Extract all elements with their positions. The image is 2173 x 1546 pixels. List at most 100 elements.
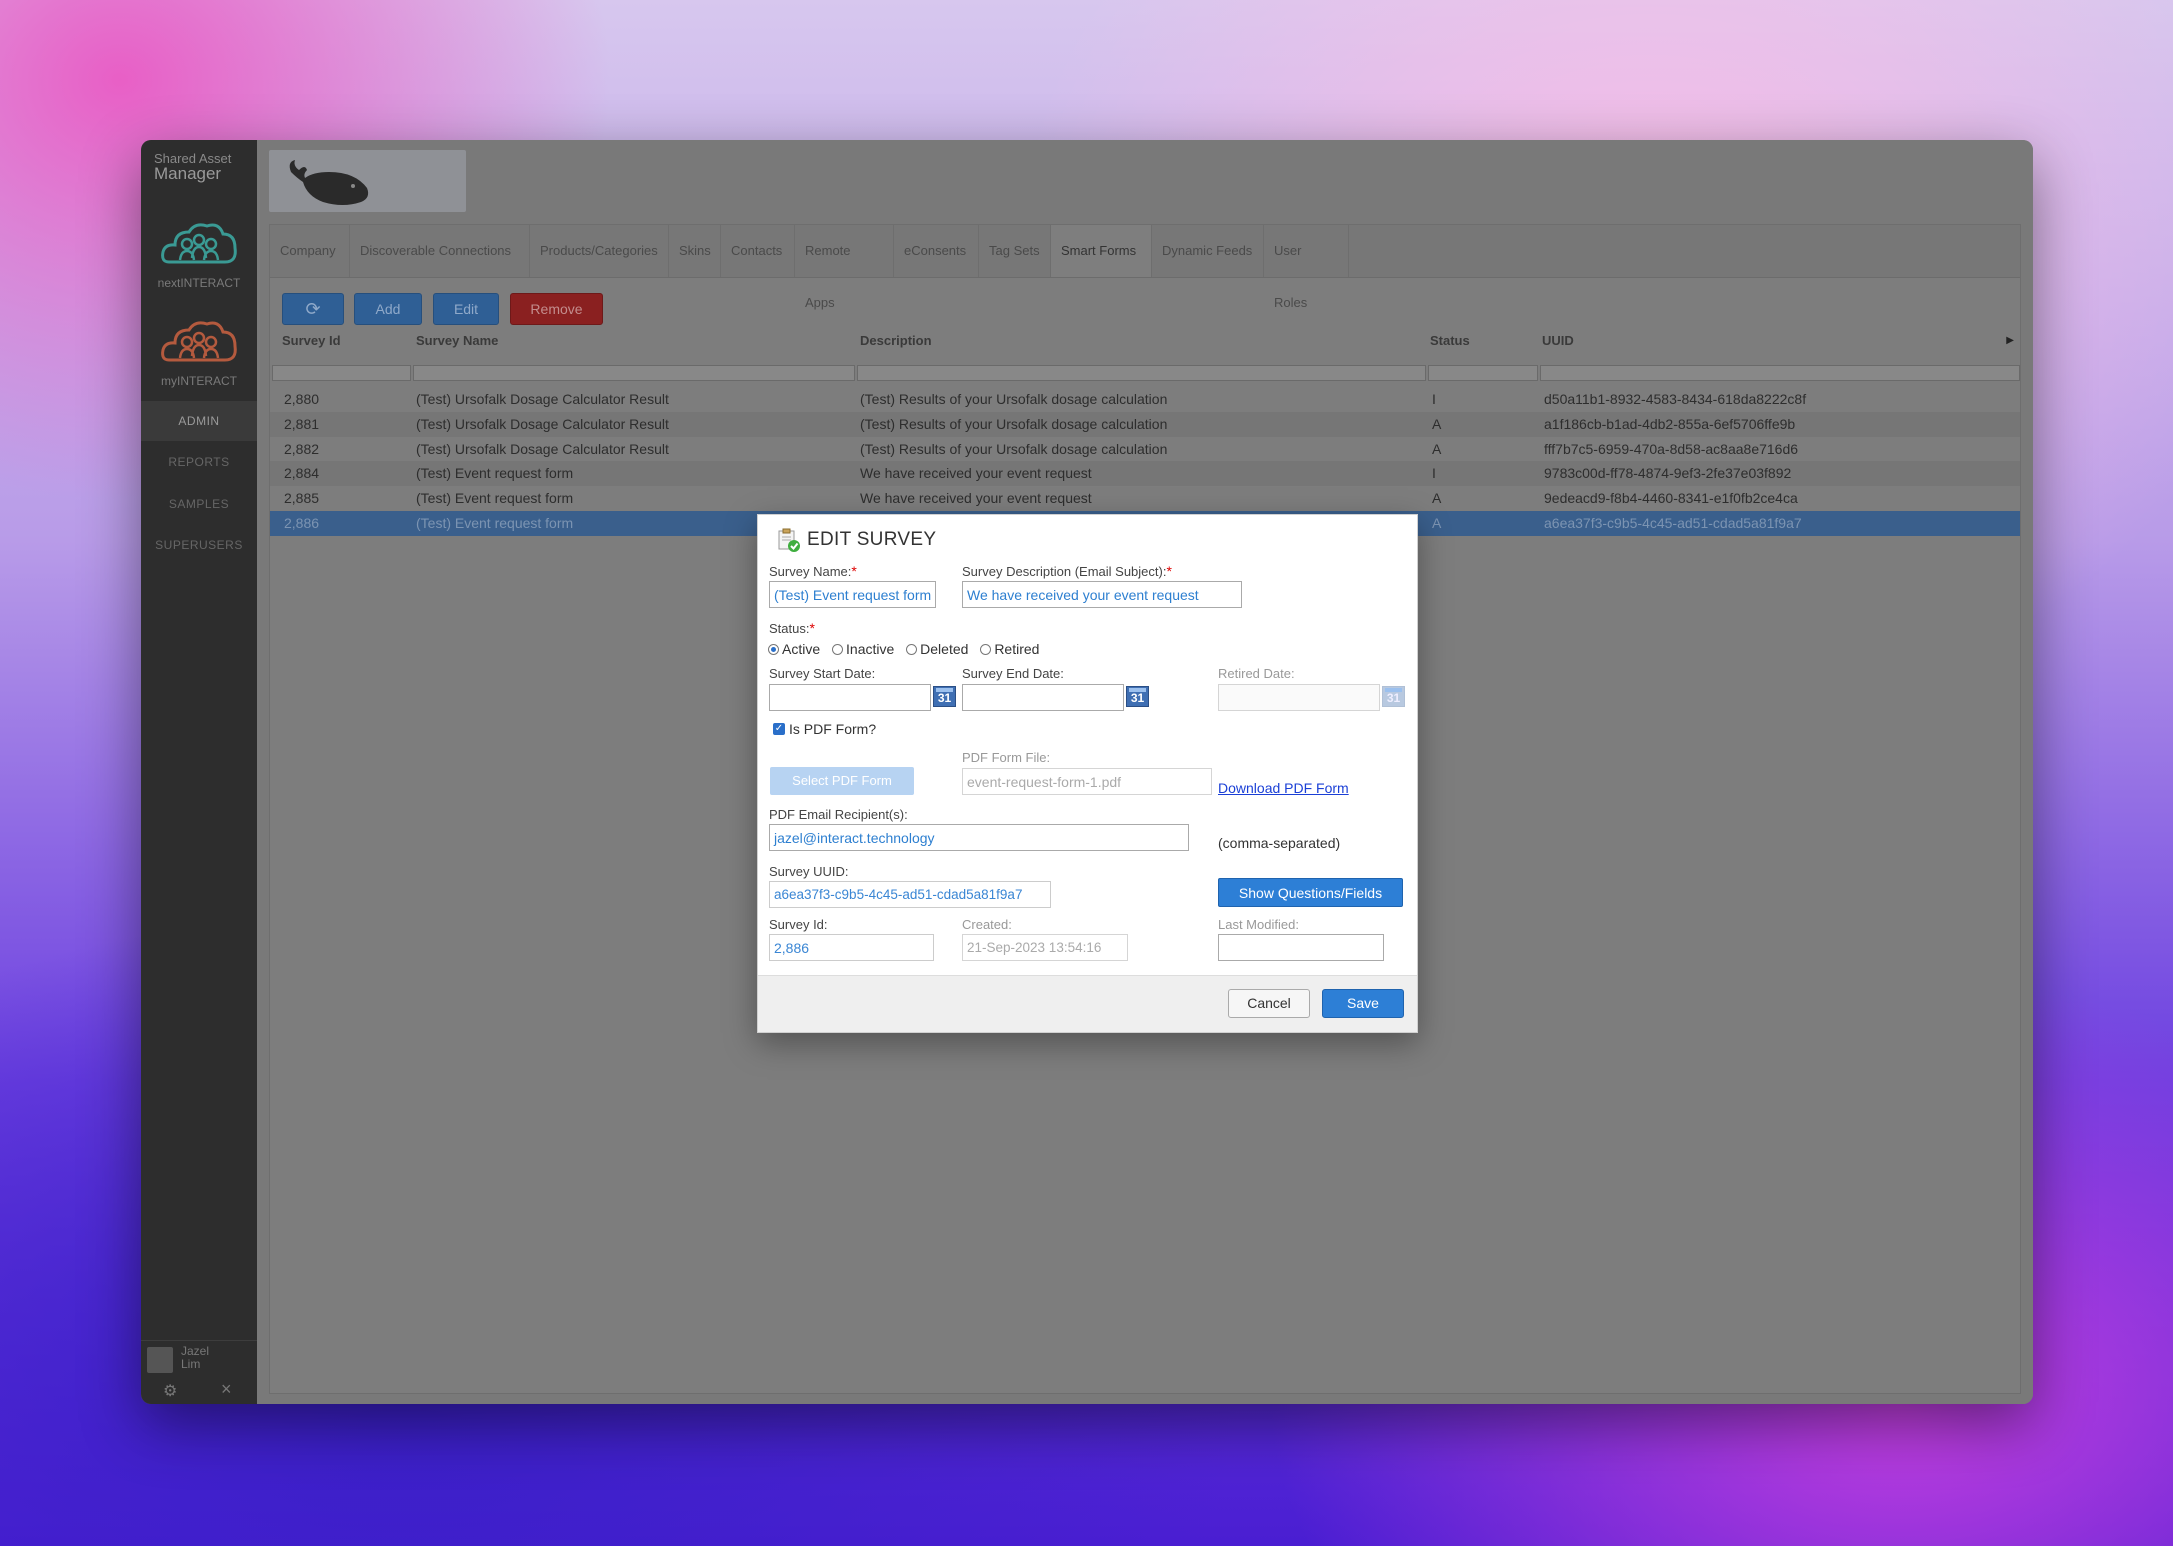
cell-uuid: 9783c00d-ff78-4874-9ef3-2fe37e03f892 <box>1544 465 1792 481</box>
filter-description[interactable] <box>857 365 1426 381</box>
cell-description: (Test) Results of your Ursofalk dosage c… <box>860 391 1168 407</box>
survey-description-label: Survey Description (Email Subject):* <box>962 563 1172 579</box>
download-pdf-form-link[interactable]: Download PDF Form <box>1218 780 1349 796</box>
cell-uuid: 9edeacd9-f8b4-4460-8341-e1f0fb2ce4ca <box>1544 490 1798 506</box>
end-date-input[interactable] <box>962 684 1124 711</box>
radio-button[interactable] <box>906 644 918 655</box>
status-radio-deleted[interactable]: Deleted <box>906 641 968 657</box>
required-mark: * <box>1166 563 1172 579</box>
status-label-text: Status: <box>769 621 810 636</box>
grid-header: Survey Id Survey Name Description Status… <box>270 325 2020 355</box>
calendar-icon[interactable]: 31 <box>933 686 956 707</box>
cell-status: A <box>1432 416 1442 432</box>
tab-user-roles[interactable]: User Roles <box>1264 225 1349 310</box>
radio-label: Retired <box>994 641 1040 657</box>
tab-company[interactable]: Company <box>270 225 350 277</box>
status-radio-retired[interactable]: Retired <box>980 641 1039 657</box>
cell-uuid: fff7b7c5-6959-470a-8d58-ac8aa8e716d6 <box>1544 441 1799 457</box>
edit-survey-dialog: EDIT SURVEY Survey Name:* (Test) Event r… <box>757 514 1418 1033</box>
cell-survey-id: 2,886 <box>284 515 320 531</box>
pdf-email-label: PDF Email Recipient(s): <box>769 807 908 822</box>
is-pdf-checkbox[interactable]: ✓ <box>773 723 785 735</box>
people-cloud-icon <box>161 223 237 264</box>
column-survey-name[interactable]: Survey Name <box>416 333 498 348</box>
filter-survey-name[interactable] <box>413 365 855 381</box>
app-brand: Shared Asset Manager <box>154 152 231 183</box>
tab-skins[interactable]: Skins <box>669 225 721 277</box>
status-radio-active[interactable]: Active <box>768 641 820 657</box>
nav-admin[interactable]: ADMIN <box>141 401 257 441</box>
brand-label: nextINTERACT <box>157 276 241 290</box>
avatar[interactable] <box>147 1347 173 1373</box>
filter-survey-id[interactable] <box>272 365 411 381</box>
edit-button[interactable]: Edit <box>433 293 499 325</box>
column-description[interactable]: Description <box>860 333 932 348</box>
tab-contacts[interactable]: Contacts <box>721 225 795 277</box>
radio-button[interactable] <box>832 644 844 655</box>
column-survey-id[interactable]: Survey Id <box>282 333 341 348</box>
brand-nextinteract[interactable]: nextINTERACT <box>155 218 243 290</box>
nav-superusers[interactable]: SUPERUSERS <box>141 525 257 565</box>
brand-label: myINTERACT <box>161 374 237 388</box>
show-questions-fields-button[interactable]: Show Questions/Fields <box>1218 878 1403 907</box>
column-uuid[interactable]: UUID <box>1542 333 1574 348</box>
cell-uuid: a6ea37f3-c9b5-4c45-ad51-cdad5a81f9a7 <box>1544 515 1802 531</box>
column-menu-arrow-icon[interactable]: ▶ <box>2006 335 2014 346</box>
tab-smart-forms[interactable]: Smart Forms <box>1051 225 1152 277</box>
refresh-button[interactable]: ⟳ <box>282 293 344 325</box>
filter-uuid[interactable] <box>1540 365 2020 381</box>
add-button[interactable]: Add <box>354 293 422 325</box>
cell-survey-name: (Test) Event request form <box>416 515 574 531</box>
comma-separated-note: (comma-separated) <box>1218 835 1341 851</box>
cell-survey-name: (Test) Event request form <box>416 465 574 481</box>
tab-products-categories[interactable]: Products/Categories <box>530 225 669 277</box>
cell-status: A <box>1432 515 1442 531</box>
filter-status[interactable] <box>1428 365 1538 381</box>
cell-status: A <box>1432 490 1442 506</box>
cell-description: We have received your event request <box>860 490 1092 506</box>
dialog-footer: Cancel Save <box>758 975 1417 1032</box>
survey-uuid-input[interactable]: a6ea37f3-c9b5-4c45-ad51-cdad5a81f9a7 <box>769 881 1051 908</box>
table-row[interactable]: 2,885 (Test) Event request form We have … <box>270 486 2020 511</box>
last-modified-input[interactable] <box>1218 934 1384 961</box>
survey-description-label-text: Survey Description (Email Subject): <box>962 564 1167 579</box>
nav-reports[interactable]: REPORTS <box>141 442 257 482</box>
start-date-input[interactable] <box>769 684 931 711</box>
pdf-email-input[interactable]: jazel@interact.technology <box>769 824 1189 851</box>
table-row[interactable]: 2,884 (Test) Event request form We have … <box>270 461 2020 486</box>
user-name: Jazel Lim <box>181 1345 209 1371</box>
save-button[interactable]: Save <box>1322 989 1404 1018</box>
status-radio-inactive[interactable]: Inactive <box>832 641 894 657</box>
tab-econsents[interactable]: eConsents <box>894 225 979 277</box>
tab-discoverable-connections[interactable]: Discoverable Connections <box>350 225 530 277</box>
tab-tag-sets[interactable]: Tag Sets <box>979 225 1051 277</box>
radio-button[interactable] <box>768 644 779 655</box>
cancel-button[interactable]: Cancel <box>1228 989 1310 1018</box>
is-pdf-label: Is PDF Form? <box>789 721 877 737</box>
radio-button[interactable] <box>980 644 992 655</box>
column-status[interactable]: Status <box>1430 333 1470 348</box>
last-modified-label: Last Modified: <box>1218 917 1299 932</box>
end-date-label: Survey End Date: <box>962 666 1064 681</box>
required-mark: * <box>809 620 815 636</box>
nav-samples[interactable]: SAMPLES <box>141 484 257 524</box>
calendar-icon[interactable]: 31 <box>1126 686 1149 707</box>
radio-label: Active <box>782 641 821 657</box>
remove-button[interactable]: Remove <box>510 293 603 325</box>
brand-myinteract[interactable]: myINTERACT <box>155 316 243 388</box>
cell-survey-id: 2,885 <box>284 490 320 506</box>
table-row[interactable]: 2,882 (Test) Ursofalk Dosage Calculator … <box>270 437 2020 462</box>
survey-id-input[interactable]: 2,886 <box>769 934 934 961</box>
cell-status: A <box>1432 441 1442 457</box>
tab-remote-apps[interactable]: Remote Apps <box>795 225 894 310</box>
tab-bar: Company Discoverable Connections Product… <box>270 225 2020 310</box>
survey-description-input[interactable]: We have received your event request <box>962 581 1242 608</box>
close-icon[interactable]: × <box>221 1379 232 1400</box>
select-pdf-form-button[interactable]: Select PDF Form <box>770 767 914 795</box>
survey-name-input[interactable]: (Test) Event request form <box>769 581 936 608</box>
tab-dynamic-feeds[interactable]: Dynamic Feeds <box>1152 225 1264 277</box>
gear-icon[interactable]: ⚙ <box>163 1381 177 1401</box>
table-row[interactable]: 2,880 (Test) Ursofalk Dosage Calculator … <box>270 387 2020 412</box>
table-row[interactable]: 2,881 (Test) Ursofalk Dosage Calculator … <box>270 412 2020 437</box>
created-label: Created: <box>962 917 1012 932</box>
